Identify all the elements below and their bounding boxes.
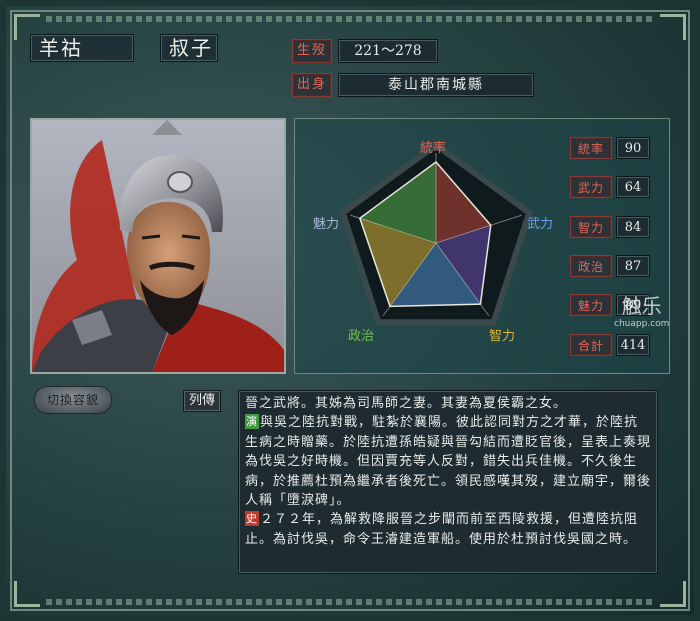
lifespan-label: 生歿	[292, 39, 332, 63]
character-portrait	[30, 118, 286, 374]
biography-paragraph: 演與吳之陸抗對戰，駐紮於襄陽。彼此認同對方之才華，於陸抗生病之時贈藥。於陸抗遭孫…	[245, 413, 651, 510]
biography-line: 晉之武將。其姊為司馬師之妻。其妻為夏侯霸之女。	[245, 396, 568, 411]
stat-row-zhengzhi: 政治 87	[570, 255, 652, 279]
stat-label: 魅力	[570, 294, 612, 316]
biography-paragraph: 史 ２７２年，為解救降服晉之步闡而前至西陵救援，但遭陸抗阻止。為討伐吳，命令王濬建…	[245, 510, 651, 549]
frame-corner	[14, 581, 40, 607]
axis-label-tongshuai: 統率	[420, 141, 447, 156]
history-tag-icon: 史	[245, 511, 259, 527]
stat-label: 政治	[570, 255, 612, 277]
frame-ornament	[46, 599, 654, 605]
watermark-main: 触乐	[621, 294, 662, 318]
frame-ornament	[46, 16, 654, 22]
stat-label: 武力	[570, 176, 612, 198]
biography-label: 列傳	[183, 390, 221, 412]
stat-value: 414	[616, 334, 650, 356]
frame-corner	[660, 581, 686, 607]
axis-label-zhengzhi: 政治	[348, 329, 375, 344]
watermark-sub: chuapp.com	[614, 319, 670, 329]
stat-row-wuli: 武力 64	[570, 176, 652, 200]
axis-label-zhili: 智力	[489, 329, 516, 344]
origin-value: 泰山郡南城縣	[338, 73, 534, 97]
stat-row-total: 合計 414	[570, 334, 652, 358]
stat-value: 84	[616, 216, 650, 238]
character-name: 羊祜	[30, 34, 134, 62]
switch-portrait-button[interactable]: 切換容貌	[34, 386, 112, 414]
courtesy-name: 叔子	[160, 34, 218, 62]
stat-row-tongshuai: 統率 90	[570, 137, 652, 161]
stat-label: 智力	[570, 216, 612, 238]
stat-label: 合計	[570, 334, 612, 356]
stat-label: 統率	[570, 137, 612, 159]
stat-row-zhili: 智力 84	[570, 216, 652, 240]
axis-label-wuli: 武力	[527, 217, 554, 232]
stat-value: 87	[616, 255, 650, 277]
biography-line: 與吳之陸抗對戰，駐紮於襄陽。彼此認同對方之才華，於陸抗生病之時贈藥。於陸抗遭孫皓…	[245, 415, 652, 509]
romance-tag-icon: 演	[245, 414, 259, 430]
biography-text[interactable]: 晉之武將。其姊為司馬師之妻。其妻為夏侯霸之女。 演與吳之陸抗對戰，駐紮於襄陽。彼…	[238, 390, 658, 574]
stat-value: 90	[616, 137, 650, 159]
stat-value: 64	[616, 176, 650, 198]
portrait-image	[32, 120, 284, 372]
lifespan-value: 221～278	[338, 39, 438, 63]
axis-label-meili: 魅力	[313, 217, 340, 232]
biography-line: ２７２年，為解救降服晉之步闡而前至西陵救援，但遭陸抗阻止。為討伐吳，命令王濬建造…	[245, 512, 639, 547]
watermark: 触乐 chuapp.com	[614, 290, 669, 329]
origin-label: 出身	[292, 73, 332, 97]
frame-corner	[660, 14, 686, 40]
